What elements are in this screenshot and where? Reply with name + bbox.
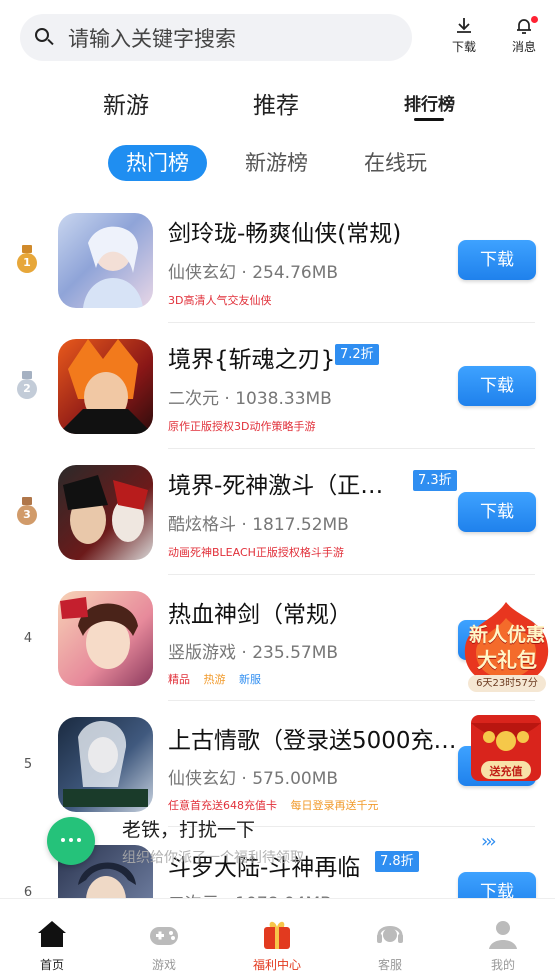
subtab-online[interactable]: 在线玩	[364, 145, 427, 181]
top-bar: 请输入关键字搜索 下载 消息	[0, 0, 555, 75]
tag-daily-login: 每日登录再送千元	[290, 799, 379, 812]
message-button[interactable]: 消息	[504, 16, 544, 55]
gold-medal-icon: 1	[16, 245, 38, 275]
game-tags: 任意首充送648充值卡 每日登录再送千元	[168, 797, 389, 813]
app-icon	[58, 465, 153, 560]
sub-tabs: 热门榜 新游榜 在线玩	[0, 145, 555, 181]
gift-box-icon	[264, 921, 290, 949]
headset-icon	[377, 926, 403, 943]
promo-countdown: 6天23时57分	[468, 675, 546, 692]
tag-recharge: 任意首充送648充值卡	[168, 799, 277, 812]
nav-home[interactable]: 首页	[22, 917, 82, 973]
game-meta: 仙侠玄幻 · 254.76MB	[168, 263, 339, 283]
game-size: 1817.52MB	[252, 515, 349, 535]
game-category: 仙侠玄幻	[168, 263, 236, 283]
nav-label: 首页	[39, 958, 64, 972]
game-name: 剑玲珑-畅爽仙侠(常规)	[168, 221, 402, 247]
silver-medal-icon: 2	[16, 371, 38, 401]
game-tags: 精品 热游 新服	[168, 671, 271, 687]
game-name: 境界{斩魂之刃}	[168, 347, 336, 373]
active-tab-underline	[414, 118, 444, 121]
app-icon	[58, 339, 153, 434]
download-button[interactable]: 下载	[458, 240, 536, 280]
app-icon	[58, 717, 153, 812]
nav-label: 客服	[377, 958, 402, 972]
tab-recommend[interactable]: 推荐	[253, 86, 299, 120]
game-tagline: 动画死神BLEACH正版授权格斗手游	[168, 546, 344, 559]
chevron-right-icon[interactable]: ›››	[481, 831, 497, 852]
download-button[interactable]: 下载	[458, 366, 536, 406]
red-packet-promo[interactable]: 送充值	[467, 713, 545, 787]
download-icon	[457, 18, 471, 33]
download-button[interactable]: 下载	[444, 16, 484, 55]
promo-subtitle: 大礼包	[477, 648, 537, 672]
game-category: 仙侠玄幻	[168, 769, 236, 789]
newbie-gift-promo[interactable]: 新人优惠 大礼包 6天23时57分	[458, 600, 555, 695]
game-size: 1038.33MB	[235, 389, 332, 409]
game-meta: 酷炫格斗 · 1817.52MB	[168, 515, 349, 535]
promo-title: 新人优惠	[468, 624, 545, 646]
discount-badge: 7.3折	[413, 470, 457, 491]
search-icon	[34, 27, 56, 49]
nav-service[interactable]: 客服	[360, 917, 420, 973]
list-item[interactable]: 3 境界-死神激斗（正… 7.3折 酷炫格斗 · 1817.52MB 动画死神B…	[0, 449, 555, 575]
tab-ranking[interactable]: 排行榜	[404, 90, 455, 115]
nav-label: 游戏	[151, 958, 176, 972]
nav-welfare[interactable]: 福利中心	[247, 917, 307, 973]
search-input[interactable]: 请输入关键字搜索	[68, 23, 236, 53]
home-icon	[38, 921, 66, 947]
game-tagline: 3D高清人气交友仙侠	[168, 294, 272, 307]
message-label: 消息	[511, 40, 536, 54]
chat-button[interactable]	[47, 817, 95, 865]
chat-bubble-icon	[61, 838, 81, 843]
tag-quality: 精品	[168, 673, 190, 686]
bronze-medal-icon: 3	[16, 497, 38, 527]
chat-title: 老铁，打扰一下	[122, 819, 256, 841]
nav-profile[interactable]: 我的	[473, 917, 533, 973]
discount-badge: 7.8折	[375, 851, 419, 872]
list-item[interactable]: 1 剑玲珑-畅爽仙侠(常规) 仙侠玄幻 · 254.76MB 3D高清人气交友仙…	[0, 197, 555, 323]
game-name: 境界-死神激斗（正…	[168, 473, 384, 499]
subtab-new[interactable]: 新游榜	[245, 145, 308, 181]
chat-subtitle: 组织给你派了一个福利待领取	[122, 850, 304, 866]
game-meta: 二次元 · 1038.33MB	[168, 389, 332, 409]
tag-new-server: 新服	[239, 673, 261, 686]
download-button[interactable]: 下载	[458, 492, 536, 532]
red-packet-label: 送充值	[489, 765, 523, 778]
nav-label: 福利中心	[252, 958, 301, 972]
app-icon	[58, 591, 153, 686]
list-item[interactable]: 2 境界{斩魂之刃} 7.2折 二次元 · 1038.33MB 原作正版授权3D…	[0, 323, 555, 449]
download-label: 下载	[451, 40, 476, 54]
tag-hot: 热游	[203, 673, 226, 686]
user-icon	[489, 921, 517, 949]
game-category: 二次元	[168, 389, 219, 409]
game-meta: 仙侠玄幻 · 575.00MB	[168, 769, 339, 789]
game-name: 热血神剑（常规）	[168, 602, 352, 628]
game-name: 上古情歌（登录送5000充…	[168, 728, 457, 754]
nav-label: 我的	[490, 958, 515, 972]
rank-number: 5	[23, 757, 33, 772]
game-meta: 竖版游戏 · 235.57MB	[168, 643, 339, 663]
game-size: 575.00MB	[252, 769, 339, 789]
game-size: 254.76MB	[252, 263, 339, 283]
game-tagline: 原作正版授权3D动作策略手游	[168, 420, 316, 433]
game-category: 竖版游戏	[168, 643, 236, 663]
nav-games[interactable]: 游戏	[134, 917, 194, 973]
tab-new-games[interactable]: 新游	[103, 86, 149, 120]
search-bar[interactable]: 请输入关键字搜索	[20, 14, 412, 61]
gamepad-icon	[150, 927, 178, 945]
app-icon	[58, 213, 153, 308]
subtab-hot[interactable]: 热门榜	[108, 145, 207, 181]
rank-number: 4	[23, 631, 33, 646]
game-size: 235.57MB	[252, 643, 339, 663]
bottom-nav: 首页 游戏 福利中心 客服 我的	[0, 898, 555, 975]
discount-badge: 7.2折	[335, 344, 379, 365]
main-tabs: 新游 推荐 排行榜	[0, 82, 555, 126]
notification-dot	[531, 16, 538, 23]
game-category: 酷炫格斗	[168, 515, 236, 535]
